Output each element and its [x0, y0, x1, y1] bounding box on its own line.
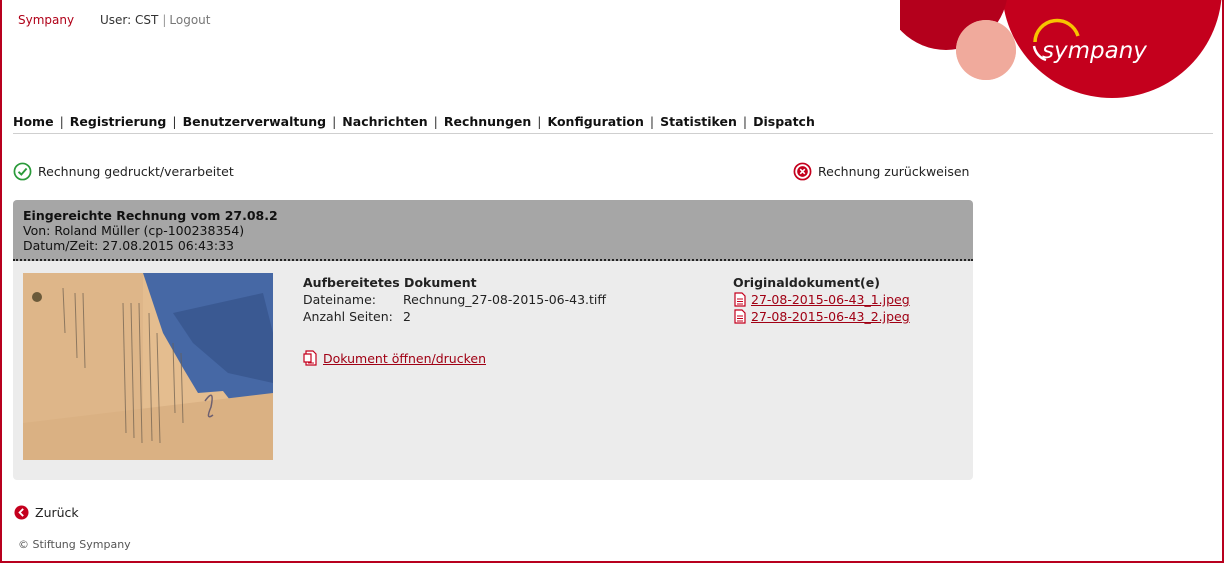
- user-name: CST: [135, 13, 159, 27]
- original-file-1[interactable]: 27-08-2015-06-43_1.jpeg: [733, 291, 910, 308]
- invoice-datetime: Datum/Zeit: 27.08.2015 06:43:33: [23, 238, 234, 253]
- mark-processed-label: Rechnung gedruckt/verarbeitet: [38, 164, 234, 179]
- reject-invoice-label: Rechnung zurückweisen: [818, 164, 970, 179]
- nav-registrierung[interactable]: Registrierung: [70, 114, 167, 129]
- user-label: User:: [100, 13, 132, 27]
- nav-divider: [13, 133, 1213, 134]
- pdf-file-icon: [734, 292, 746, 307]
- nav-konfiguration[interactable]: Konfiguration: [548, 114, 644, 129]
- nav-statistiken[interactable]: Statistiken: [660, 114, 737, 129]
- nav-home[interactable]: Home: [13, 114, 54, 129]
- processed-doc-heading: Aufbereitetes Dokument: [303, 275, 477, 290]
- check-circle-icon: [13, 162, 32, 181]
- back-button[interactable]: Zurück: [14, 505, 79, 520]
- invoice-title: Eingereichte Rechnung vom 27.08.2: [23, 208, 278, 223]
- back-label: Zurück: [35, 505, 79, 520]
- document-photo: [23, 273, 273, 460]
- invoice-header: Eingereichte Rechnung vom 27.08.2 Von: R…: [13, 200, 973, 261]
- document-thumbnail[interactable]: [23, 273, 273, 460]
- logo-text: sympany: [1042, 38, 1147, 64]
- user-info: User: CST | Logout: [100, 13, 211, 27]
- filename-value: Rechnung_27-08-2015-06-43.tiff: [403, 292, 606, 307]
- page-count-value: 2: [403, 309, 411, 324]
- brand-link[interactable]: Sympany: [18, 13, 74, 27]
- page-count-label: Anzahl Seiten:: [303, 309, 393, 324]
- nav-nachrichten[interactable]: Nachrichten: [342, 114, 427, 129]
- mark-processed-button[interactable]: Rechnung gedruckt/verarbeitet: [13, 162, 234, 181]
- original-file-2[interactable]: 27-08-2015-06-43_2.jpeg: [733, 308, 910, 325]
- footer-copyright: © Stiftung Sympany: [18, 538, 131, 551]
- invoice-sender: Von: Roland Müller (cp-100238354): [23, 223, 245, 238]
- original-docs-heading: Originaldokument(e): [733, 275, 880, 290]
- nav-benutzerverwaltung[interactable]: Benutzerverwaltung: [183, 114, 326, 129]
- sympany-logo: sympany: [900, 0, 1222, 98]
- filename-label: Dateiname:: [303, 292, 377, 307]
- nav-rechnungen[interactable]: Rechnungen: [444, 114, 531, 129]
- main-nav: Home | Registrierung | Benutzerverwaltung | Na…: [13, 114, 815, 129]
- open-print-document[interactable]: Dokument öffnen/drucken: [303, 350, 486, 366]
- invoice-card: Eingereichte Rechnung vom 27.08.2 Von: R…: [13, 200, 973, 480]
- reject-x-icon: [793, 162, 812, 181]
- processed-document-info: Aufbereitetes Dokument Dateiname: Rechnu…: [303, 274, 606, 325]
- original-file-link-1[interactable]: 27-08-2015-06-43_1.jpeg: [751, 291, 910, 308]
- original-file-link-2[interactable]: 27-08-2015-06-43_2.jpeg: [751, 308, 910, 325]
- pdf-file-icon: [303, 350, 317, 366]
- open-print-link[interactable]: Dokument öffnen/drucken: [323, 351, 486, 366]
- nav-dispatch[interactable]: Dispatch: [753, 114, 815, 129]
- reject-invoice-button[interactable]: Rechnung zurückweisen: [793, 162, 969, 181]
- back-arrow-icon: [14, 505, 29, 520]
- original-documents: Originaldokument(e) 27-08-2015-06-43_1.j…: [733, 274, 910, 325]
- logout-link[interactable]: Logout: [169, 13, 210, 27]
- pdf-file-icon: [734, 309, 746, 324]
